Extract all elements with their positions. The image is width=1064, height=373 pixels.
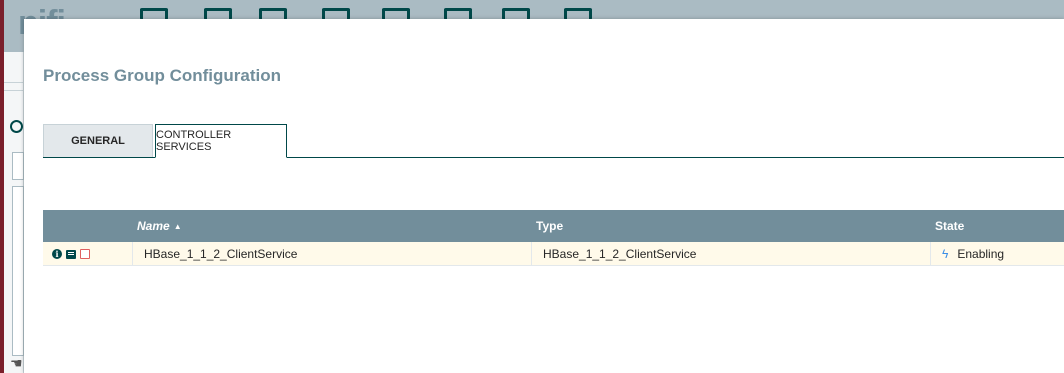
sidebar-panel — [12, 186, 24, 356]
sort-ascending-icon: ▲ — [173, 221, 182, 231]
tab-bar: GENERAL CONTROLLER SERVICES — [43, 124, 1064, 158]
table-row[interactable]: i HBase_1_1_2_ClientService HBase_1_1_2_… — [43, 242, 1064, 266]
sidebar-divider — [4, 82, 24, 83]
pan-hand-icon[interactable]: ☚ — [10, 355, 23, 372]
row-icons: i — [52, 242, 132, 266]
service-state-cell: ϟ Enabling — [930, 242, 1064, 266]
column-name-label: Name — [137, 219, 170, 233]
column-header-type[interactable]: Type — [536, 210, 563, 242]
bulletin-icon[interactable] — [80, 249, 90, 259]
dialog-title: Process Group Configuration — [43, 66, 282, 85]
state-label: Enabling — [957, 247, 1005, 261]
process-group-configuration-dialog: Process Group Configuration GENERAL CONT… — [24, 19, 1064, 373]
docs-icon[interactable] — [66, 249, 76, 259]
column-header-name[interactable]: Name ▲ — [137, 210, 182, 242]
tab-controller-services[interactable]: CONTROLLER SERVICES — [155, 124, 287, 158]
bolt-icon: ϟ — [942, 247, 949, 261]
navigate-icon[interactable] — [10, 120, 23, 133]
info-icon[interactable]: i — [52, 249, 62, 259]
sidebar-divider — [4, 90, 24, 91]
tab-general[interactable]: GENERAL — [43, 124, 153, 157]
controller-services-table: Name ▲ Type State i HBase_1_1_2_ClientSe… — [43, 210, 1064, 266]
background-sidebar: ☚ — [4, 52, 24, 373]
sidebar-panel — [12, 152, 24, 180]
column-header-state[interactable]: State — [935, 210, 964, 242]
service-name-cell: HBase_1_1_2_ClientService — [132, 242, 532, 266]
table-header: Name ▲ Type State — [43, 210, 1064, 242]
service-type-cell: HBase_1_1_2_ClientService — [531, 242, 930, 266]
